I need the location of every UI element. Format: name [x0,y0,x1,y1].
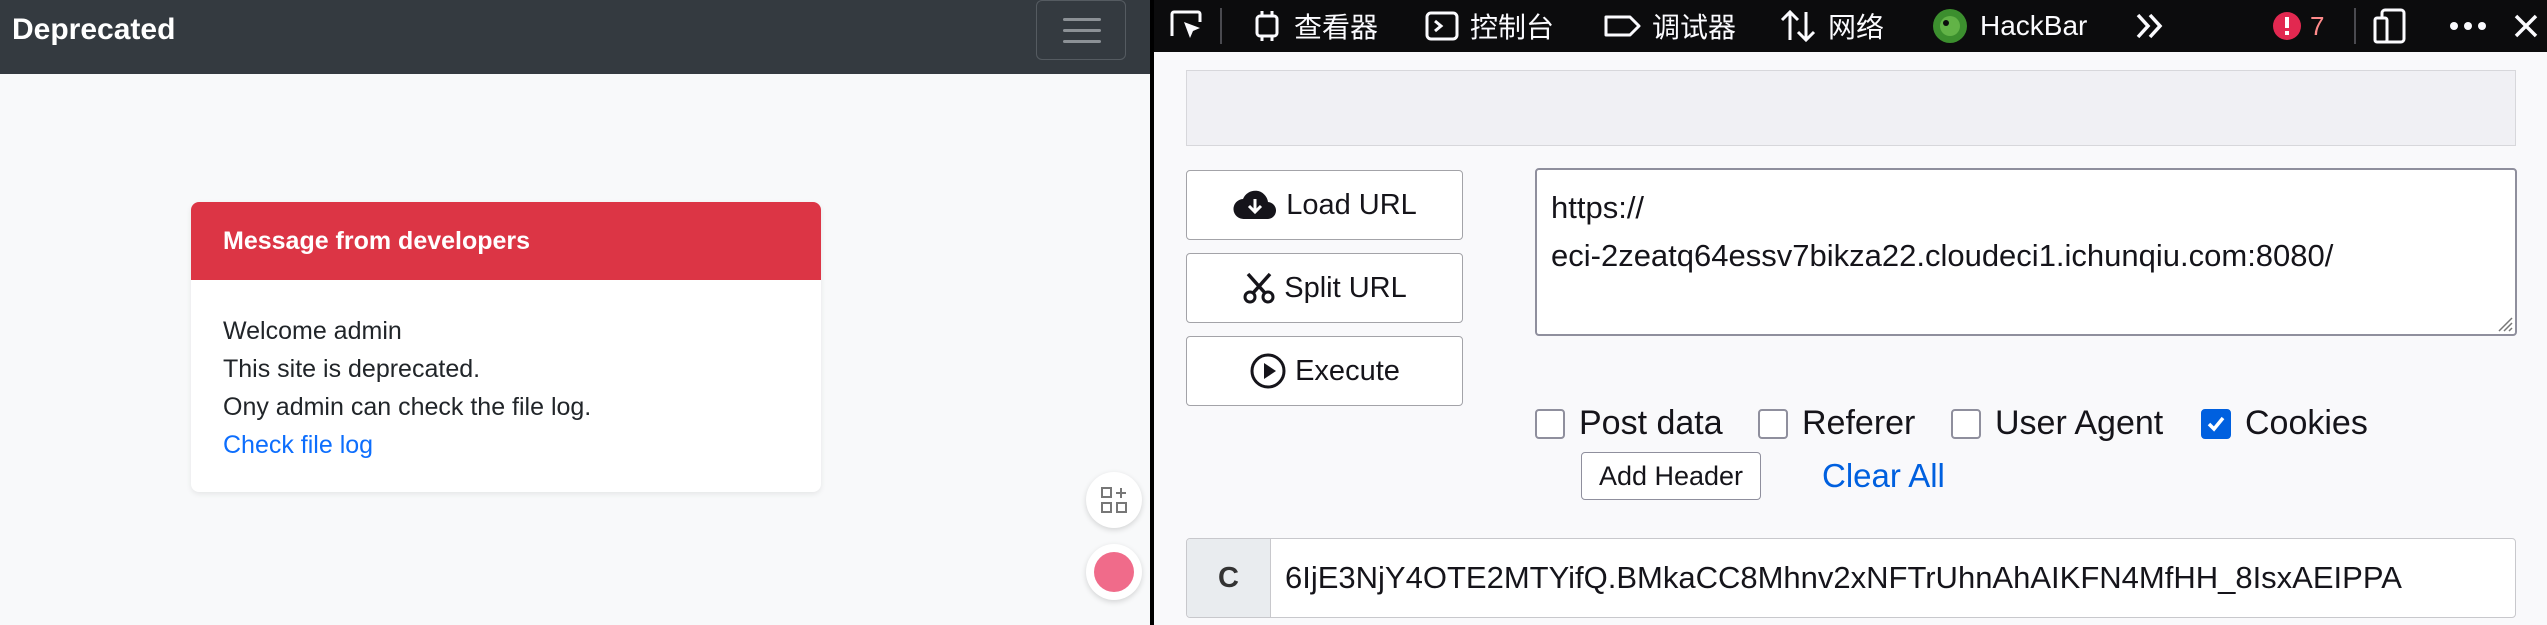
qr-scan-button[interactable] [1086,472,1142,528]
resize-grip-icon[interactable] [2495,314,2513,332]
cookie-input[interactable]: 6IjE3NjY4OTE2MTYifQ.BMkaCC8Mhnv2xNFTrUhn… [1285,539,2402,617]
url-line-1: https:// [1551,190,1645,225]
welcome-text: Welcome admin [223,317,402,345]
referer-option[interactable]: Referer [1758,404,1915,443]
cookie-field-label: C [1187,539,1271,617]
post-data-label: Post data [1579,404,1723,442]
admin-note-text: Ony admin can check the file log. [223,393,592,421]
play-circle-icon [1250,353,1286,389]
devtools-panel: 查看器 控制台 调试器 网络 HackBar 7 Load URL Split … [1154,0,2547,625]
website-viewport: Deprecated Message from developers Welco… [0,0,1150,625]
scissors-icon [1243,272,1275,304]
responsive-mode-icon [2373,8,2406,44]
more-tabs-button[interactable] [2132,0,2168,52]
post-data-checkbox[interactable] [1535,408,1565,439]
element-picker-button[interactable] [1166,0,1206,52]
tab-hackbar[interactable]: HackBar [1930,0,2087,52]
devtools-toolbar: 查看器 控制台 调试器 网络 HackBar 7 [1154,0,2547,52]
referer-label: Referer [1802,404,1916,442]
check-file-log-link[interactable]: Check file log [223,431,373,459]
card-header: Message from developers [191,202,821,280]
element-picker-icon [1170,10,1202,38]
dock-options-button[interactable] [2372,0,2410,52]
message-card: Message from developers Welcome admin Th… [191,202,821,492]
translate-icon [1094,552,1134,592]
console-icon [1425,11,1459,41]
cookies-checkbox[interactable] [2201,408,2231,439]
execute-button[interactable]: Execute [1186,336,1463,406]
clear-all-link[interactable]: Clear All [1822,452,1945,500]
tab-network[interactable]: 网络 [1778,0,1884,52]
user-agent-checkbox[interactable] [1951,408,1981,439]
cookies-label: Cookies [2245,404,2368,442]
more-horizontal-icon [2450,22,2486,30]
navbar-toggler-button[interactable] [1036,0,1126,60]
hamburger-icon [1063,18,1101,21]
split-url-button[interactable]: Split URL [1186,253,1463,323]
toolbar-separator [1220,8,1222,44]
split-url-label: Split URL [1284,271,1407,304]
card-body: Welcome admin This site is deprecated. O… [191,280,821,492]
add-header-button[interactable]: Add Header [1581,452,1761,500]
tab-hackbar-label: HackBar [1980,10,2088,41]
qr-icon [1101,487,1127,513]
hamburger-icon-bar [1063,40,1101,43]
hackbar-top-bar [1186,70,2516,146]
tab-console-label: 控制台 [1470,12,1555,43]
close-icon [2514,14,2538,38]
tab-debugger[interactable]: 调试器 [1602,0,1736,52]
post-data-option[interactable]: Post data [1535,404,1723,443]
navbar-brand[interactable]: Deprecated [12,12,175,48]
toolbar-separator [2354,8,2356,44]
url-line-2: eci-2zeatq64essv7bikza22.cloudeci1.ichun… [1551,238,2334,273]
devtools-menu-button[interactable] [2448,0,2488,52]
tab-network-label: 网络 [1828,12,1885,43]
checkmark-icon [2207,416,2225,432]
chevron-double-right-icon [2136,13,2163,39]
error-icon [2273,12,2301,40]
navbar: Deprecated [0,0,1150,74]
network-icon [1780,9,1816,43]
cookie-input-group: C 6IjE3NjY4OTE2MTYifQ.BMkaCC8Mhnv2xNFTrU… [1186,538,2516,618]
user-agent-label: User Agent [1995,404,2164,442]
tab-inspector[interactable]: 查看器 [1250,0,1378,52]
referer-checkbox[interactable] [1758,408,1788,439]
cookies-option[interactable]: Cookies [2201,404,2368,443]
load-url-label: Load URL [1286,188,1417,221]
hamburger-icon-bar [1063,29,1101,32]
cloud-download-icon [1233,190,1277,220]
error-count-badge[interactable]: 7 [2272,0,2324,52]
close-devtools-button[interactable] [2512,0,2540,52]
debugger-icon [1604,15,1641,37]
translate-button[interactable] [1086,544,1142,600]
url-textarea[interactable]: https:// eci-2zeatq64essv7bikza22.cloude… [1535,168,2517,336]
error-count: 7 [2310,10,2325,41]
hackbar-icon [1933,9,1967,43]
user-agent-option[interactable]: User Agent [1951,404,2163,443]
tab-console[interactable]: 控制台 [1424,0,1554,52]
tab-inspector-label: 查看器 [1294,12,1379,43]
inspector-icon [1255,11,1279,41]
load-url-button[interactable]: Load URL [1186,170,1463,240]
tab-debugger-label: 调试器 [1652,12,1737,43]
execute-label: Execute [1295,354,1400,387]
deprecated-text: This site is deprecated. [223,355,481,383]
